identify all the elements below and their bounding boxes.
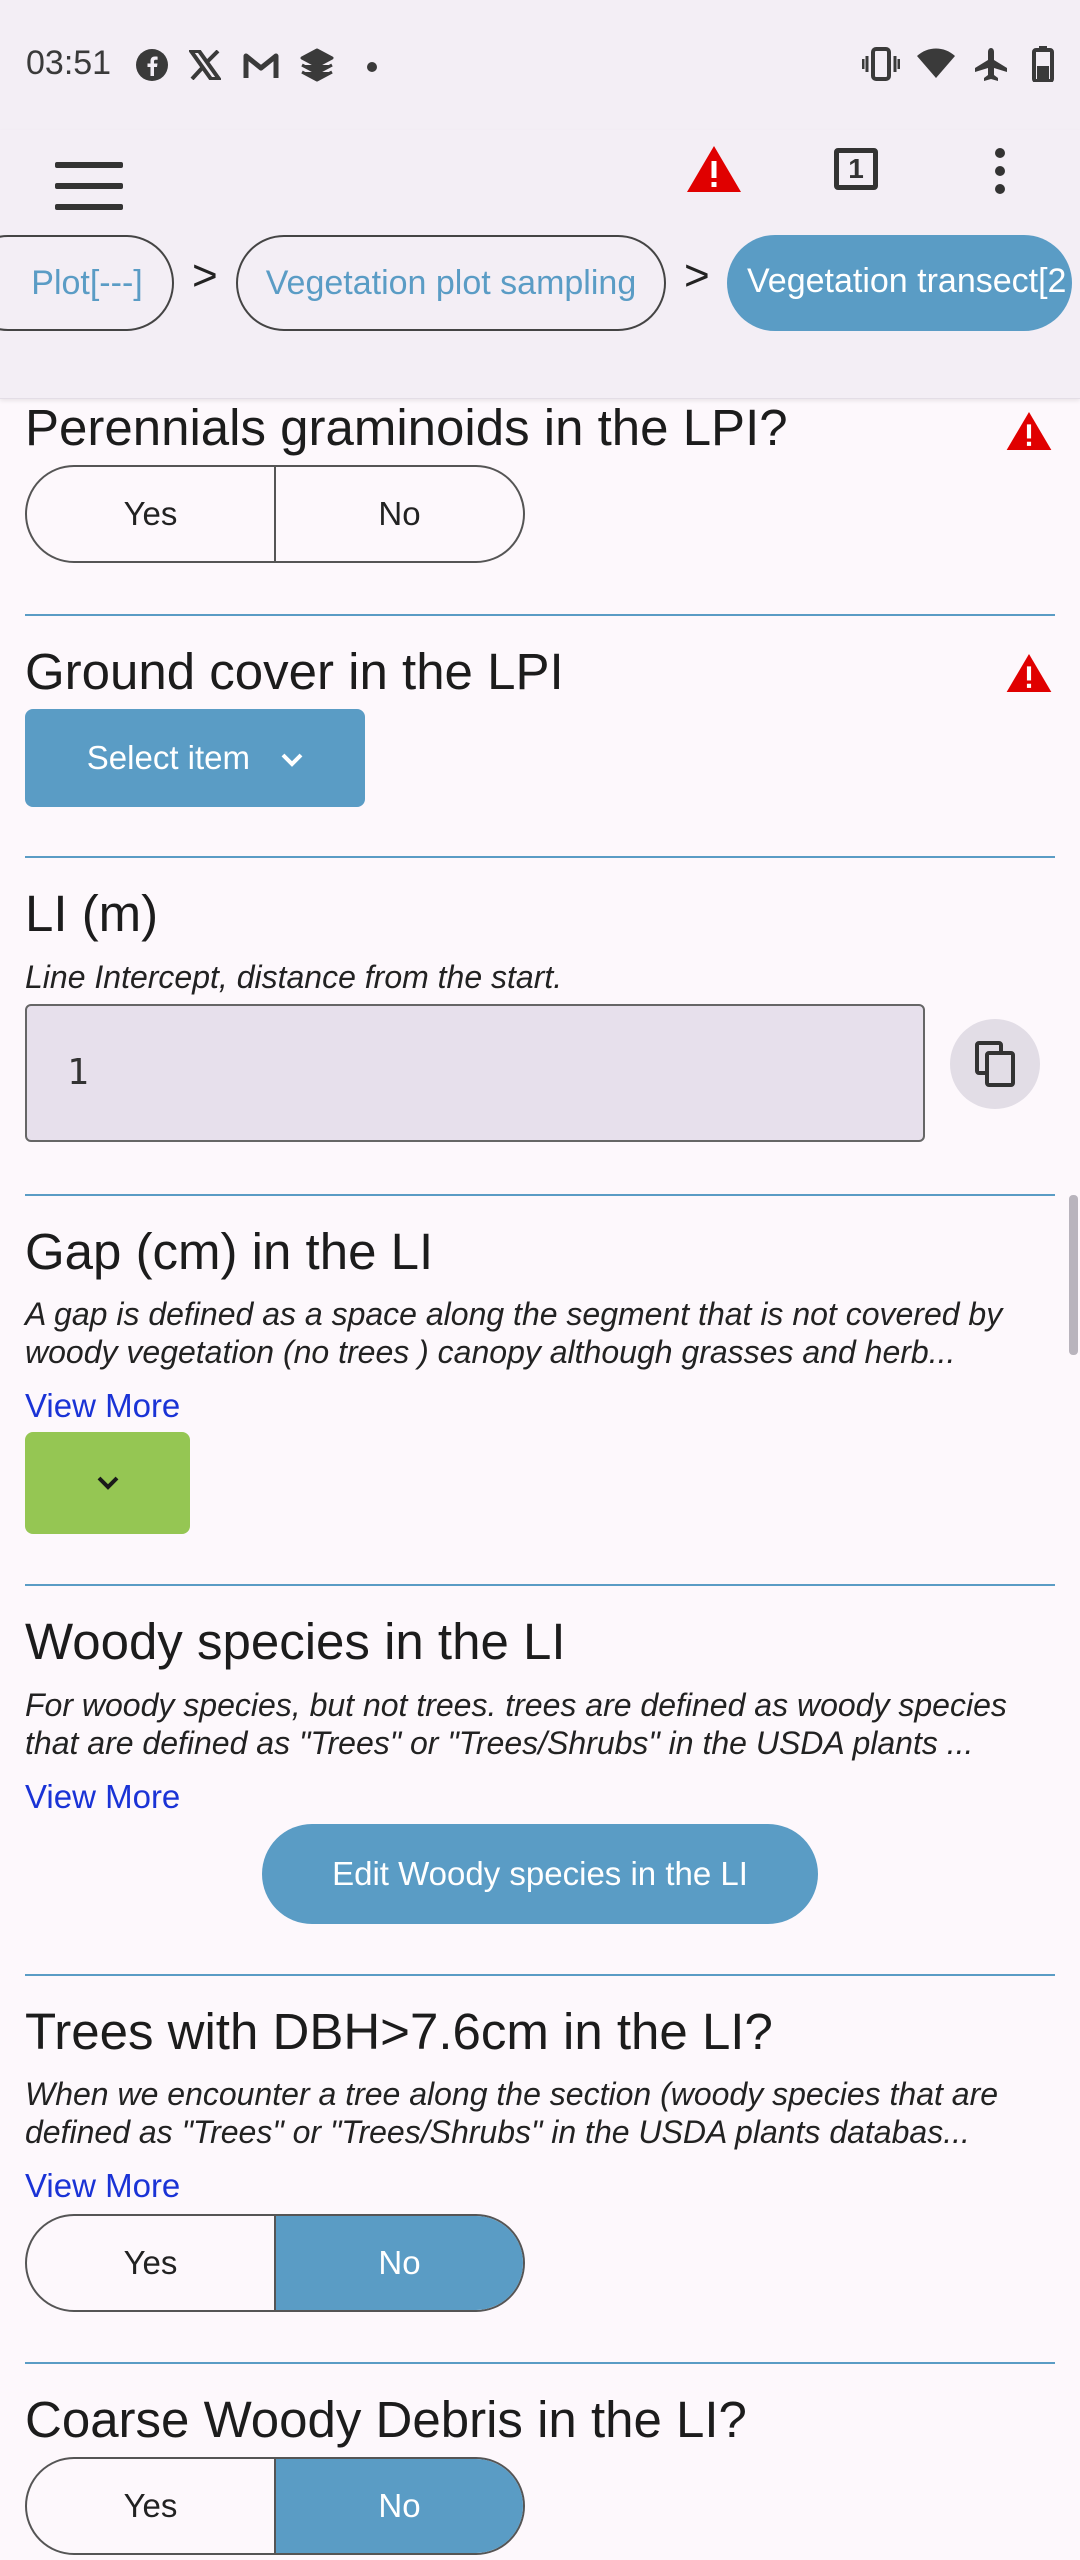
section-divider <box>25 1974 1055 1976</box>
copy-button[interactable] <box>950 1019 1040 1109</box>
perennials-no-button[interactable]: No <box>274 467 523 561</box>
question-title-perennials: Perennials graminoids in the LPI? <box>25 399 788 456</box>
trees-yes-button[interactable]: Yes <box>27 2216 274 2310</box>
tabs-count-icon[interactable]: 1 <box>834 148 878 190</box>
battery-icon <box>1032 46 1054 82</box>
woody-description-line-1: For woody species, but not trees. trees … <box>25 1687 1007 1723</box>
scrollbar-thumb[interactable] <box>1069 1195 1078 1355</box>
breadcrumb-item-plot[interactable]: Plot[---] <box>0 235 174 331</box>
breadcrumb-separator: > <box>684 251 710 300</box>
chevron-down-icon <box>281 753 303 768</box>
gmail-icon <box>243 53 279 78</box>
select-item-label: Select item <box>86 739 251 776</box>
debris-yes-button[interactable]: Yes <box>27 2459 274 2553</box>
gap-dropdown-button[interactable] <box>25 1432 190 1534</box>
debris-no-button[interactable]: No <box>274 2459 523 2553</box>
facebook-icon <box>136 49 168 81</box>
question-title-woody: Woody species in the LI <box>25 1613 566 1670</box>
section-divider <box>25 1584 1055 1586</box>
perennials-yes-button[interactable]: Yes <box>27 467 274 561</box>
warning-icon[interactable] <box>685 144 743 194</box>
status-bar: 03:51 <box>0 0 1080 130</box>
wifi-icon <box>917 48 955 78</box>
warning-icon <box>1006 411 1052 451</box>
breadcrumb-item-vegetation-transect[interactable]: Vegetation transect[2 <box>727 235 1072 331</box>
breadcrumb: Plot[---] > Vegetation plot sampling > V… <box>0 235 1080 335</box>
copy-icon <box>975 1041 1015 1087</box>
section-divider <box>25 1194 1055 1196</box>
question-title-li: LI (m) <box>25 885 159 942</box>
status-time: 03:51 <box>26 44 112 82</box>
gap-description-line-1: A gap is defined as a space along the se… <box>25 1296 1003 1332</box>
more-options-icon[interactable] <box>995 148 1007 202</box>
gap-view-more-link[interactable]: View More <box>25 1387 180 1425</box>
woody-description-line-2: that are defined as "Trees" or "Trees/Sh… <box>25 1725 974 1761</box>
airplane-mode-icon <box>975 48 1007 81</box>
question-title-trees: Trees with DBH>7.6cm in the LI? <box>25 2003 773 2060</box>
ground-cover-select-button[interactable]: Select item <box>25 709 365 807</box>
section-divider <box>25 856 1055 858</box>
perennials-yes-no-toggle: Yes No <box>25 465 525 563</box>
trees-description-line-1: When we encounter a tree along the secti… <box>25 2076 999 2112</box>
app-bar: 1 Plot[---] > Vegetation plot sampling >… <box>0 130 1080 399</box>
li-value-input[interactable]: 1 <box>25 1004 925 1142</box>
more-notifications-dot <box>367 62 377 72</box>
edit-woody-species-button[interactable]: Edit Woody species in the LI <box>262 1824 818 1924</box>
question-title-debris: Coarse Woody Debris in the LI? <box>25 2391 747 2448</box>
trees-description-line-2: defined as "Trees" or "Trees/Shrubs" in … <box>25 2114 970 2150</box>
gap-description-line-2: woody vegetation (no trees ) canopy alth… <box>25 1334 956 1370</box>
section-divider <box>25 2362 1055 2364</box>
breadcrumb-item-vegetation-plot-sampling[interactable]: Vegetation plot sampling <box>236 235 666 331</box>
trees-yes-no-toggle: Yes No <box>25 2214 525 2312</box>
trees-no-button[interactable]: No <box>274 2216 523 2310</box>
trees-view-more-link[interactable]: View More <box>25 2167 180 2205</box>
warning-icon <box>1006 653 1052 693</box>
question-title-gap: Gap (cm) in the LI <box>25 1223 434 1280</box>
debris-yes-no-toggle: Yes No <box>25 2457 525 2555</box>
question-title-ground-cover: Ground cover in the LPI <box>25 643 564 700</box>
x-icon <box>189 50 221 80</box>
stack-icon <box>300 48 334 82</box>
chevron-down-icon <box>97 1476 119 1490</box>
section-divider <box>25 614 1055 616</box>
li-description: Line Intercept, distance from the start. <box>25 959 563 995</box>
vibrate-icon <box>862 47 900 81</box>
woody-view-more-link[interactable]: View More <box>25 1778 180 1816</box>
menu-icon[interactable] <box>55 162 123 216</box>
breadcrumb-separator: > <box>192 251 218 300</box>
